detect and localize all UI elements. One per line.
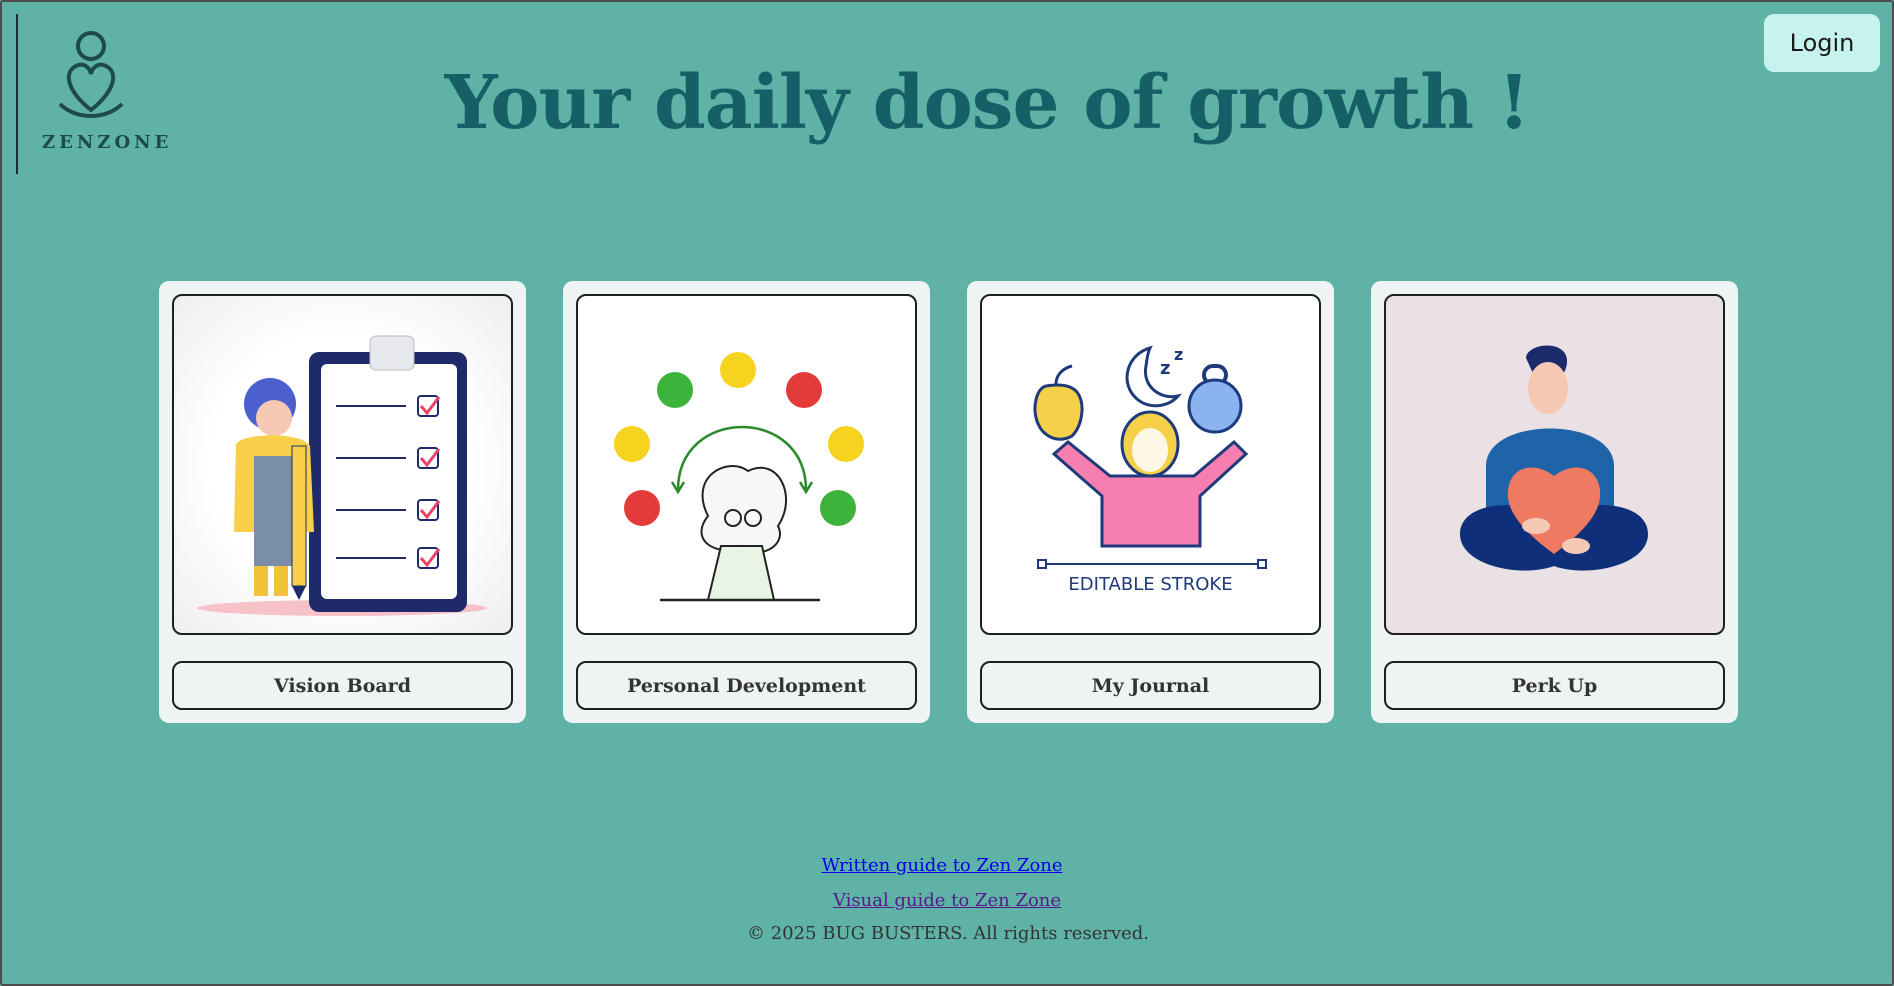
card-perk-up[interactable]: Perk Up: [1371, 281, 1738, 723]
checklist-illustration: [172, 294, 513, 635]
svg-text:z: z: [1174, 345, 1183, 364]
written-guide-link[interactable]: Written guide to Zen Zone: [0, 855, 1894, 876]
wellness-illustration: z z EDITABLE STROKE: [980, 294, 1321, 635]
visual-guide-link[interactable]: Visual guide to Zen Zone: [0, 890, 1894, 911]
card-vision-board[interactable]: Vision Board: [159, 281, 526, 723]
card-grid: Vision Board Personal Development z z ED…: [159, 281, 1738, 723]
card-label-personal-development: Personal Development: [576, 661, 917, 710]
card-my-journal[interactable]: z z EDITABLE STROKE My Journal: [967, 281, 1334, 723]
card-label-my-journal: My Journal: [980, 661, 1321, 710]
footer: Written guide to Zen Zone Visual guide t…: [0, 855, 1894, 944]
card-personal-development[interactable]: Personal Development: [563, 281, 930, 723]
meditation-heart-illustration: [1384, 294, 1725, 635]
page-title: Your daily dose of growth !: [444, 60, 1531, 146]
emotions-illustration: [576, 294, 917, 635]
copyright-text: © 2025 BUG BUSTERS. All rights reserved.: [746, 923, 1150, 944]
card-label-perk-up: Perk Up: [1384, 661, 1725, 710]
card-label-vision-board: Vision Board: [172, 661, 513, 710]
svg-text:z: z: [1160, 358, 1170, 379]
image-caption: EDITABLE STROKE: [1068, 574, 1233, 595]
